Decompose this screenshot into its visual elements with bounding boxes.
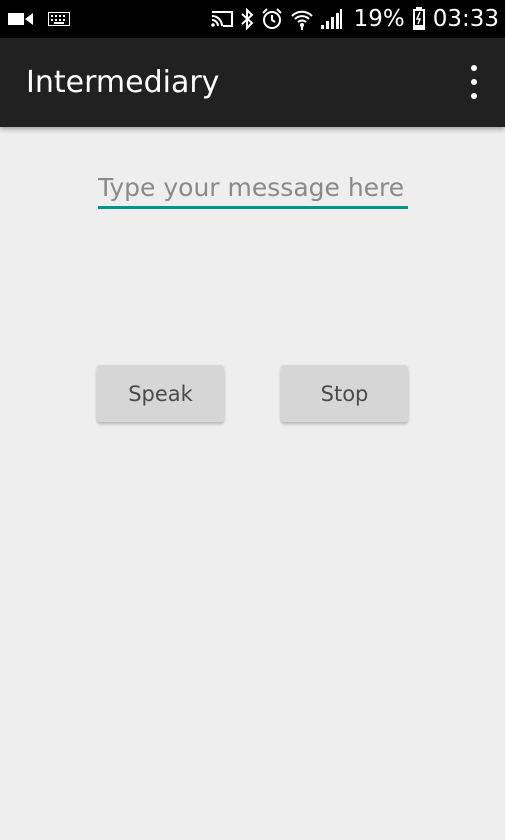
status-right-icons: 19% 03:33 <box>210 0 499 38</box>
app-title: Intermediary <box>26 65 220 100</box>
wifi-icon <box>290 8 314 30</box>
speak-button[interactable]: Speak <box>97 365 224 422</box>
video-camera-icon <box>8 12 34 26</box>
message-input[interactable] <box>98 168 408 209</box>
battery-percent: 19% <box>353 6 405 32</box>
overflow-menu-icon[interactable] <box>463 65 485 101</box>
status-left-icons <box>8 0 70 38</box>
signal-icon <box>320 9 343 29</box>
cast-icon <box>210 10 233 28</box>
clock: 03:33 <box>432 6 499 32</box>
menu-dot <box>471 93 477 99</box>
battery-icon <box>412 7 426 31</box>
menu-dot <box>471 65 477 71</box>
alarm-icon <box>261 8 283 30</box>
app-bar: Intermediary <box>0 38 505 127</box>
menu-dot <box>471 79 477 85</box>
stop-button[interactable]: Stop <box>281 365 408 422</box>
bluetooth-icon <box>240 8 254 30</box>
keyboard-icon <box>48 12 70 26</box>
status-bar: 19% 03:33 <box>0 0 505 38</box>
